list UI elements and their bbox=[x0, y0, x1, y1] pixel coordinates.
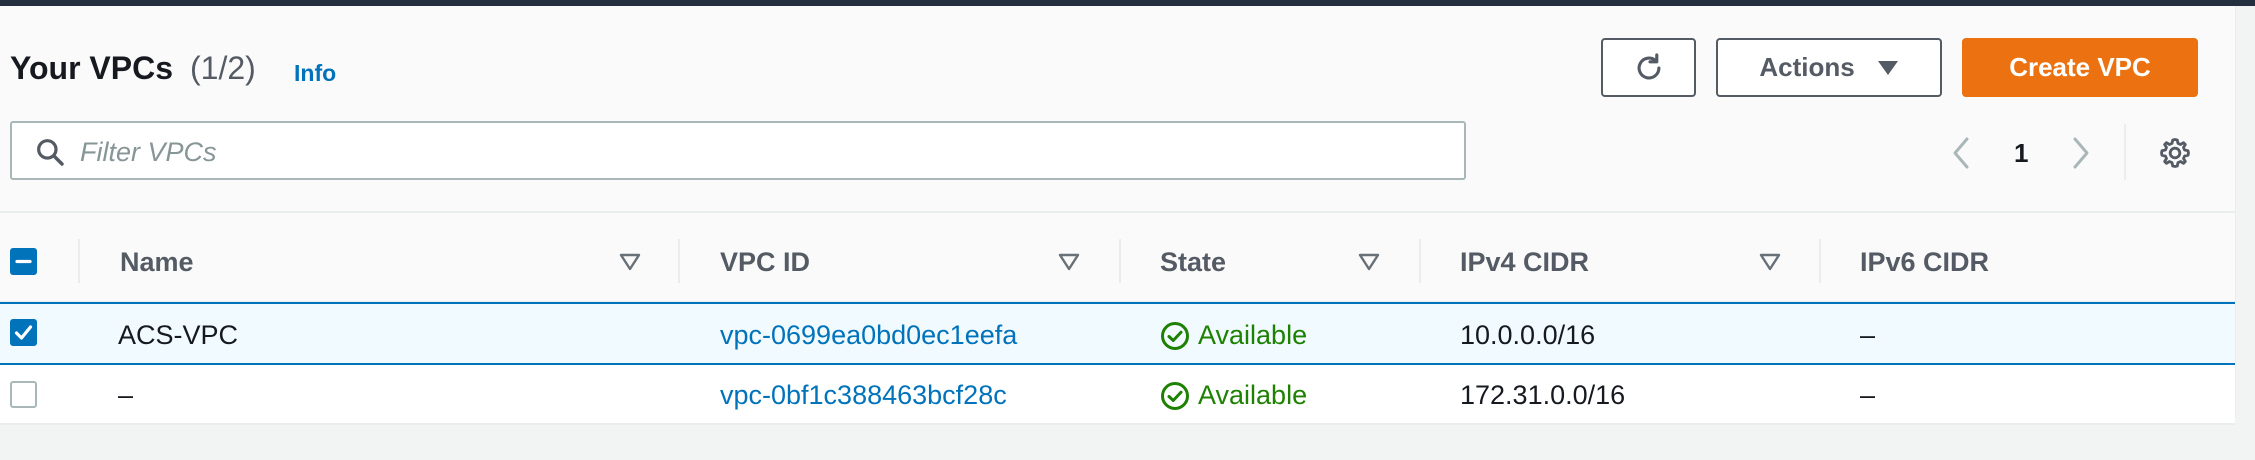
success-check-icon bbox=[1161, 321, 1189, 350]
actions-dropdown-button[interactable]: Actions bbox=[1716, 38, 1942, 97]
column-divider bbox=[1819, 239, 1821, 283]
vpc-id-link[interactable]: vpc-0bf1c388463bcf28c bbox=[720, 380, 1007, 411]
current-page-number[interactable]: 1 bbox=[2014, 138, 2028, 169]
info-link[interactable]: Info bbox=[294, 60, 336, 87]
column-header-name[interactable]: Name bbox=[120, 247, 194, 278]
vpc-ipv4-cidr: 10.0.0.0/16 bbox=[1460, 320, 1596, 350]
actions-label: Actions bbox=[1759, 52, 1855, 82]
vpc-name: – bbox=[118, 380, 134, 410]
column-divider bbox=[78, 239, 80, 283]
column-header-ipv6-cidr[interactable]: IPv6 CIDR bbox=[1860, 247, 1989, 278]
next-page-icon[interactable] bbox=[2070, 136, 2092, 170]
refresh-button[interactable] bbox=[1601, 38, 1696, 97]
create-vpc-button[interactable]: Create VPC bbox=[1962, 38, 2198, 97]
vpc-table-container: Your VPCs (1/2) Info Actions Create VPC bbox=[0, 6, 2236, 425]
caret-down-icon bbox=[1877, 60, 1898, 75]
table-row[interactable]: – vpc-0bf1c388463bcf28c Available 172.31… bbox=[0, 365, 2235, 425]
vpc-state-label: Available bbox=[1198, 380, 1308, 410]
column-header-ipv4-cidr[interactable]: IPv4 CIDR bbox=[1460, 247, 1589, 278]
page-title: Your VPCs bbox=[10, 50, 173, 86]
previous-page-icon[interactable] bbox=[1950, 136, 1972, 170]
selection-count: (1/2) bbox=[190, 50, 256, 86]
vpc-state: Available bbox=[1160, 320, 1307, 351]
column-divider bbox=[678, 239, 680, 283]
column-divider bbox=[1119, 239, 1121, 283]
vpc-state-label: Available bbox=[1198, 320, 1308, 350]
column-header-state[interactable]: State bbox=[1160, 247, 1226, 278]
column-divider bbox=[1419, 239, 1421, 283]
success-check-icon bbox=[1161, 381, 1189, 410]
row-checkbox[interactable] bbox=[10, 381, 37, 408]
indeterminate-icon bbox=[15, 259, 32, 264]
pagination-divider bbox=[2124, 124, 2126, 180]
filter-vpcs-input[interactable] bbox=[78, 131, 1442, 173]
sort-caret-icon[interactable] bbox=[619, 253, 641, 271]
search-icon bbox=[37, 139, 64, 166]
vpc-name: ACS-VPC bbox=[118, 320, 239, 350]
filter-search-box[interactable] bbox=[10, 121, 1466, 180]
column-header-vpc-id[interactable]: VPC ID bbox=[720, 247, 810, 278]
vpc-ipv6-cidr: – bbox=[1860, 380, 1876, 410]
select-all-checkbox[interactable] bbox=[10, 248, 37, 275]
table-header-area: Your VPCs (1/2) Info Actions Create VPC bbox=[0, 6, 2235, 211]
gear-icon[interactable] bbox=[2158, 136, 2192, 170]
table-column-headers: Name VPC ID State IPv4 CIDR IPv6 CIDR bbox=[0, 211, 2235, 303]
sort-caret-icon[interactable] bbox=[1759, 253, 1781, 271]
row-checkbox[interactable] bbox=[10, 319, 37, 346]
vpc-id-link[interactable]: vpc-0699ea0bd0ec1eefa bbox=[720, 320, 1017, 351]
checkmark-icon bbox=[14, 325, 33, 340]
vpc-state: Available bbox=[1160, 380, 1307, 411]
table-row[interactable]: ACS-VPC vpc-0699ea0bd0ec1eefa Available … bbox=[0, 302, 2235, 365]
vpc-ipv4-cidr: 172.31.0.0/16 bbox=[1460, 380, 1626, 410]
sort-caret-icon[interactable] bbox=[1058, 253, 1080, 271]
refresh-icon bbox=[1637, 52, 1660, 79]
vpc-ipv6-cidr: – bbox=[1860, 320, 1876, 350]
sort-caret-icon[interactable] bbox=[1358, 253, 1380, 271]
